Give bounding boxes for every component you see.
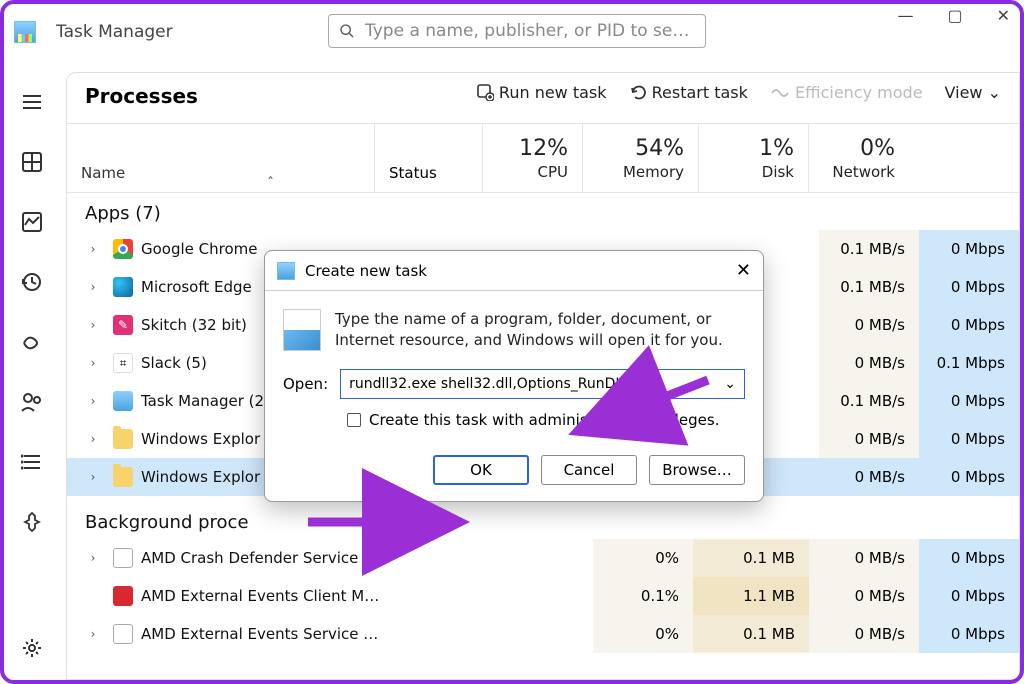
processes-tab-icon[interactable]	[18, 148, 46, 176]
folder-icon	[113, 429, 133, 449]
col-cpu[interactable]: 12%CPU	[483, 124, 583, 192]
startup-tab-icon[interactable]	[18, 328, 46, 356]
chrome-icon	[113, 239, 133, 259]
run-new-task-button[interactable]: Run new task	[476, 83, 607, 102]
table-row[interactable]: ›AMD Crash Defender Service0%0.1 MB0 MB/…	[67, 539, 1019, 577]
sidebar	[4, 72, 60, 680]
restart-task-button[interactable]: Restart task	[629, 83, 748, 102]
slack-icon: ⌗	[113, 353, 133, 373]
close-button[interactable]: ✕	[997, 6, 1010, 25]
hamburger-icon[interactable]	[18, 88, 46, 116]
page-title: Processes	[85, 84, 198, 108]
annotation-arrow-icon	[300, 504, 400, 544]
col-memory[interactable]: 54%Memory	[583, 124, 699, 192]
col-disk[interactable]: 1%Disk	[699, 124, 809, 192]
minimize-button[interactable]: —	[897, 6, 913, 25]
table-row[interactable]: ›AMD External Events Service …0%0.1 MB0 …	[67, 615, 1019, 653]
chevron-right-icon[interactable]: ›	[81, 394, 105, 408]
app-history-tab-icon[interactable]	[18, 268, 46, 296]
ok-button[interactable]: OK	[433, 455, 529, 485]
efficiency-mode-button: Efficiency mode	[770, 83, 923, 102]
group-background: Background proce	[67, 496, 1019, 539]
search-placeholder: Type a name, publisher, or PID to se…	[365, 21, 689, 41]
admin-checkbox[interactable]	[347, 413, 361, 427]
chevron-down-icon[interactable]: ⌄	[724, 376, 736, 392]
chevron-right-icon[interactable]: ›	[81, 470, 105, 484]
view-button[interactable]: View ⌄	[945, 83, 1001, 102]
chevron-right-icon[interactable]: ›	[81, 280, 105, 294]
group-apps: Apps (7)	[67, 193, 1019, 230]
run-dialog-icon	[283, 309, 321, 351]
task-manager-app-icon	[113, 391, 133, 411]
skitch-icon: ✎	[113, 315, 133, 335]
column-headers: ˆ Name Status 12%CPU 54%Memory 1%Disk 0%…	[67, 123, 1019, 193]
chevron-right-icon[interactable]: ›	[81, 627, 105, 641]
users-tab-icon[interactable]	[18, 388, 46, 416]
col-network[interactable]: 0%Network	[809, 124, 909, 192]
chevron-right-icon[interactable]: ›	[81, 356, 105, 370]
annotation-arrow-icon	[636, 372, 716, 416]
open-label: Open:	[283, 375, 328, 393]
chevron-right-icon[interactable]: ›	[81, 432, 105, 446]
chevron-right-icon[interactable]: ›	[81, 242, 105, 256]
window-controls: — ▢ ✕	[897, 6, 1010, 25]
chevron-right-icon[interactable]: ›	[81, 318, 105, 332]
amd-icon	[113, 624, 133, 644]
search-input[interactable]: Type a name, publisher, or PID to se…	[328, 14, 706, 48]
performance-tab-icon[interactable]	[18, 208, 46, 236]
dialog-titlebar: Create new task ✕	[265, 251, 763, 291]
chevron-right-icon[interactable]: ›	[81, 551, 105, 565]
dialog-intro: Type the name of a program, folder, docu…	[335, 309, 745, 351]
amd-icon	[113, 548, 133, 568]
amd-icon	[113, 586, 133, 606]
details-tab-icon[interactable]	[18, 448, 46, 476]
dialog-title: Create new task	[305, 262, 427, 280]
task-manager-icon	[14, 21, 36, 43]
maximize-button[interactable]: ▢	[947, 6, 962, 25]
sort-caret-icon: ˆ	[267, 176, 274, 192]
col-name[interactable]: ˆ Name	[67, 124, 375, 192]
services-tab-icon[interactable]	[18, 508, 46, 536]
table-row[interactable]: ›AMD External Events Client M…0.1%1.1 MB…	[67, 577, 1019, 615]
window-title: Task Manager	[56, 22, 173, 42]
dialog-close-button[interactable]: ✕	[736, 260, 751, 281]
folder-icon	[113, 467, 133, 487]
search-icon	[339, 23, 355, 39]
dialog-icon	[277, 262, 295, 280]
cancel-button[interactable]: Cancel	[541, 455, 637, 485]
col-status[interactable]: Status	[375, 124, 483, 192]
settings-icon[interactable]	[18, 634, 46, 662]
toolbar: Run new task Restart task Efficiency mod…	[476, 83, 1001, 102]
edge-icon	[113, 277, 133, 297]
browse-button[interactable]: Browse…	[649, 455, 745, 485]
